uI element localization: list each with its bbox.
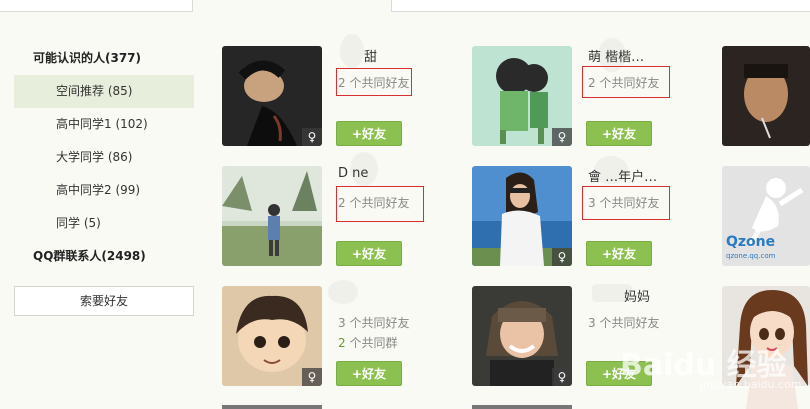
qzone-url: qzone.qq.com — [726, 252, 776, 260]
add-friend-button[interactable]: +好友 — [336, 361, 402, 386]
sidebar-item-highschool-2[interactable]: 高中同学2 (99) — [14, 174, 194, 207]
friend-name[interactable]: 妈妈 — [624, 286, 714, 305]
friend-card: D ne 2 个共同好友 +好友 — [222, 152, 462, 266]
friend-card: ♀ 萌 楷楷… 2 个共同好友 +好友 — [472, 38, 712, 146]
sidebar-item-university[interactable]: 大学同学 (86) — [14, 141, 194, 174]
avatar[interactable]: ♀ — [472, 286, 572, 386]
avatar[interactable]: Qzone qzone.qq.com — [722, 166, 810, 266]
top-tab-left — [0, 0, 193, 12]
highlight-box — [336, 186, 424, 222]
privacy-blur — [328, 280, 358, 304]
sidebar-item-highschool-1[interactable]: 高中同学1 (102) — [14, 108, 194, 141]
mutual-friends[interactable]: 3 个共同好友 — [338, 314, 409, 331]
gender-female-icon: ♀ — [552, 128, 572, 146]
add-friend-button[interactable]: +好友 — [586, 121, 652, 146]
avatar-photo — [722, 46, 810, 146]
add-friend-button[interactable]: +好友 — [336, 121, 402, 146]
friend-card-partial — [722, 46, 810, 146]
add-friend-button[interactable]: +好友 — [586, 241, 652, 266]
next-row-avatar — [222, 405, 322, 409]
friend-name[interactable]: D ne — [338, 166, 428, 181]
next-row-avatar — [472, 405, 572, 409]
highlight-box — [582, 186, 670, 220]
top-tab-right — [391, 0, 810, 12]
avatar-photo — [222, 166, 322, 266]
request-friends-button[interactable]: 索要好友 — [14, 286, 194, 316]
avatar[interactable]: ♀ — [472, 46, 572, 146]
mutual-groups[interactable]: 2 个共同群 — [338, 334, 397, 351]
avatar[interactable]: ♀ — [222, 46, 322, 146]
friend-card: ♀ 甜 2 个共同好友 +好友 — [222, 34, 462, 146]
gender-female-icon: ♀ — [552, 368, 572, 386]
avatar[interactable]: ♀ — [222, 286, 322, 386]
sidebar-item-classmates[interactable]: 同学 (5) — [14, 207, 194, 240]
baidu-watermark-url: jingyan.baidu.com — [700, 378, 802, 391]
avatar[interactable] — [722, 46, 810, 146]
highlight-box — [582, 66, 670, 98]
qzone-logo: Qzone — [726, 234, 776, 250]
highlight-box — [336, 68, 412, 96]
friend-name[interactable]: 萌 楷楷… — [588, 46, 678, 65]
gender-female-icon: ♀ — [302, 128, 322, 146]
add-friend-button[interactable]: +好友 — [336, 241, 402, 266]
qzone-default-avatar — [722, 166, 810, 266]
avatar[interactable] — [222, 166, 322, 266]
sidebar: 可能认识的人(377) 空间推荐 (85) 高中同学1 (102) 大学同学 (… — [14, 42, 194, 273]
sidebar-group-may-know[interactable]: 可能认识的人(377) — [14, 42, 194, 75]
privacy-blur — [340, 34, 364, 68]
mutual-friends[interactable]: 3 个共同好友 — [588, 314, 659, 331]
sidebar-item-space-recommend[interactable]: 空间推荐 (85) — [14, 75, 194, 108]
sidebar-group-qq-group-contacts[interactable]: QQ群联系人(2498) — [14, 240, 194, 273]
friend-name[interactable]: 甜 — [364, 46, 454, 65]
gender-female-icon: ♀ — [552, 248, 572, 266]
friend-card-partial: Qzone qzone.qq.com — [722, 166, 810, 266]
friend-name[interactable]: 會 …年户… — [588, 166, 678, 185]
friend-card: ♀ 3 个共同好友 2 个共同群 +好友 — [222, 280, 462, 386]
gender-female-icon: ♀ — [302, 368, 322, 386]
friend-card: ♀ 會 …年户… 3 个共同好友 +好友 — [472, 156, 712, 266]
avatar[interactable]: ♀ — [472, 166, 572, 266]
